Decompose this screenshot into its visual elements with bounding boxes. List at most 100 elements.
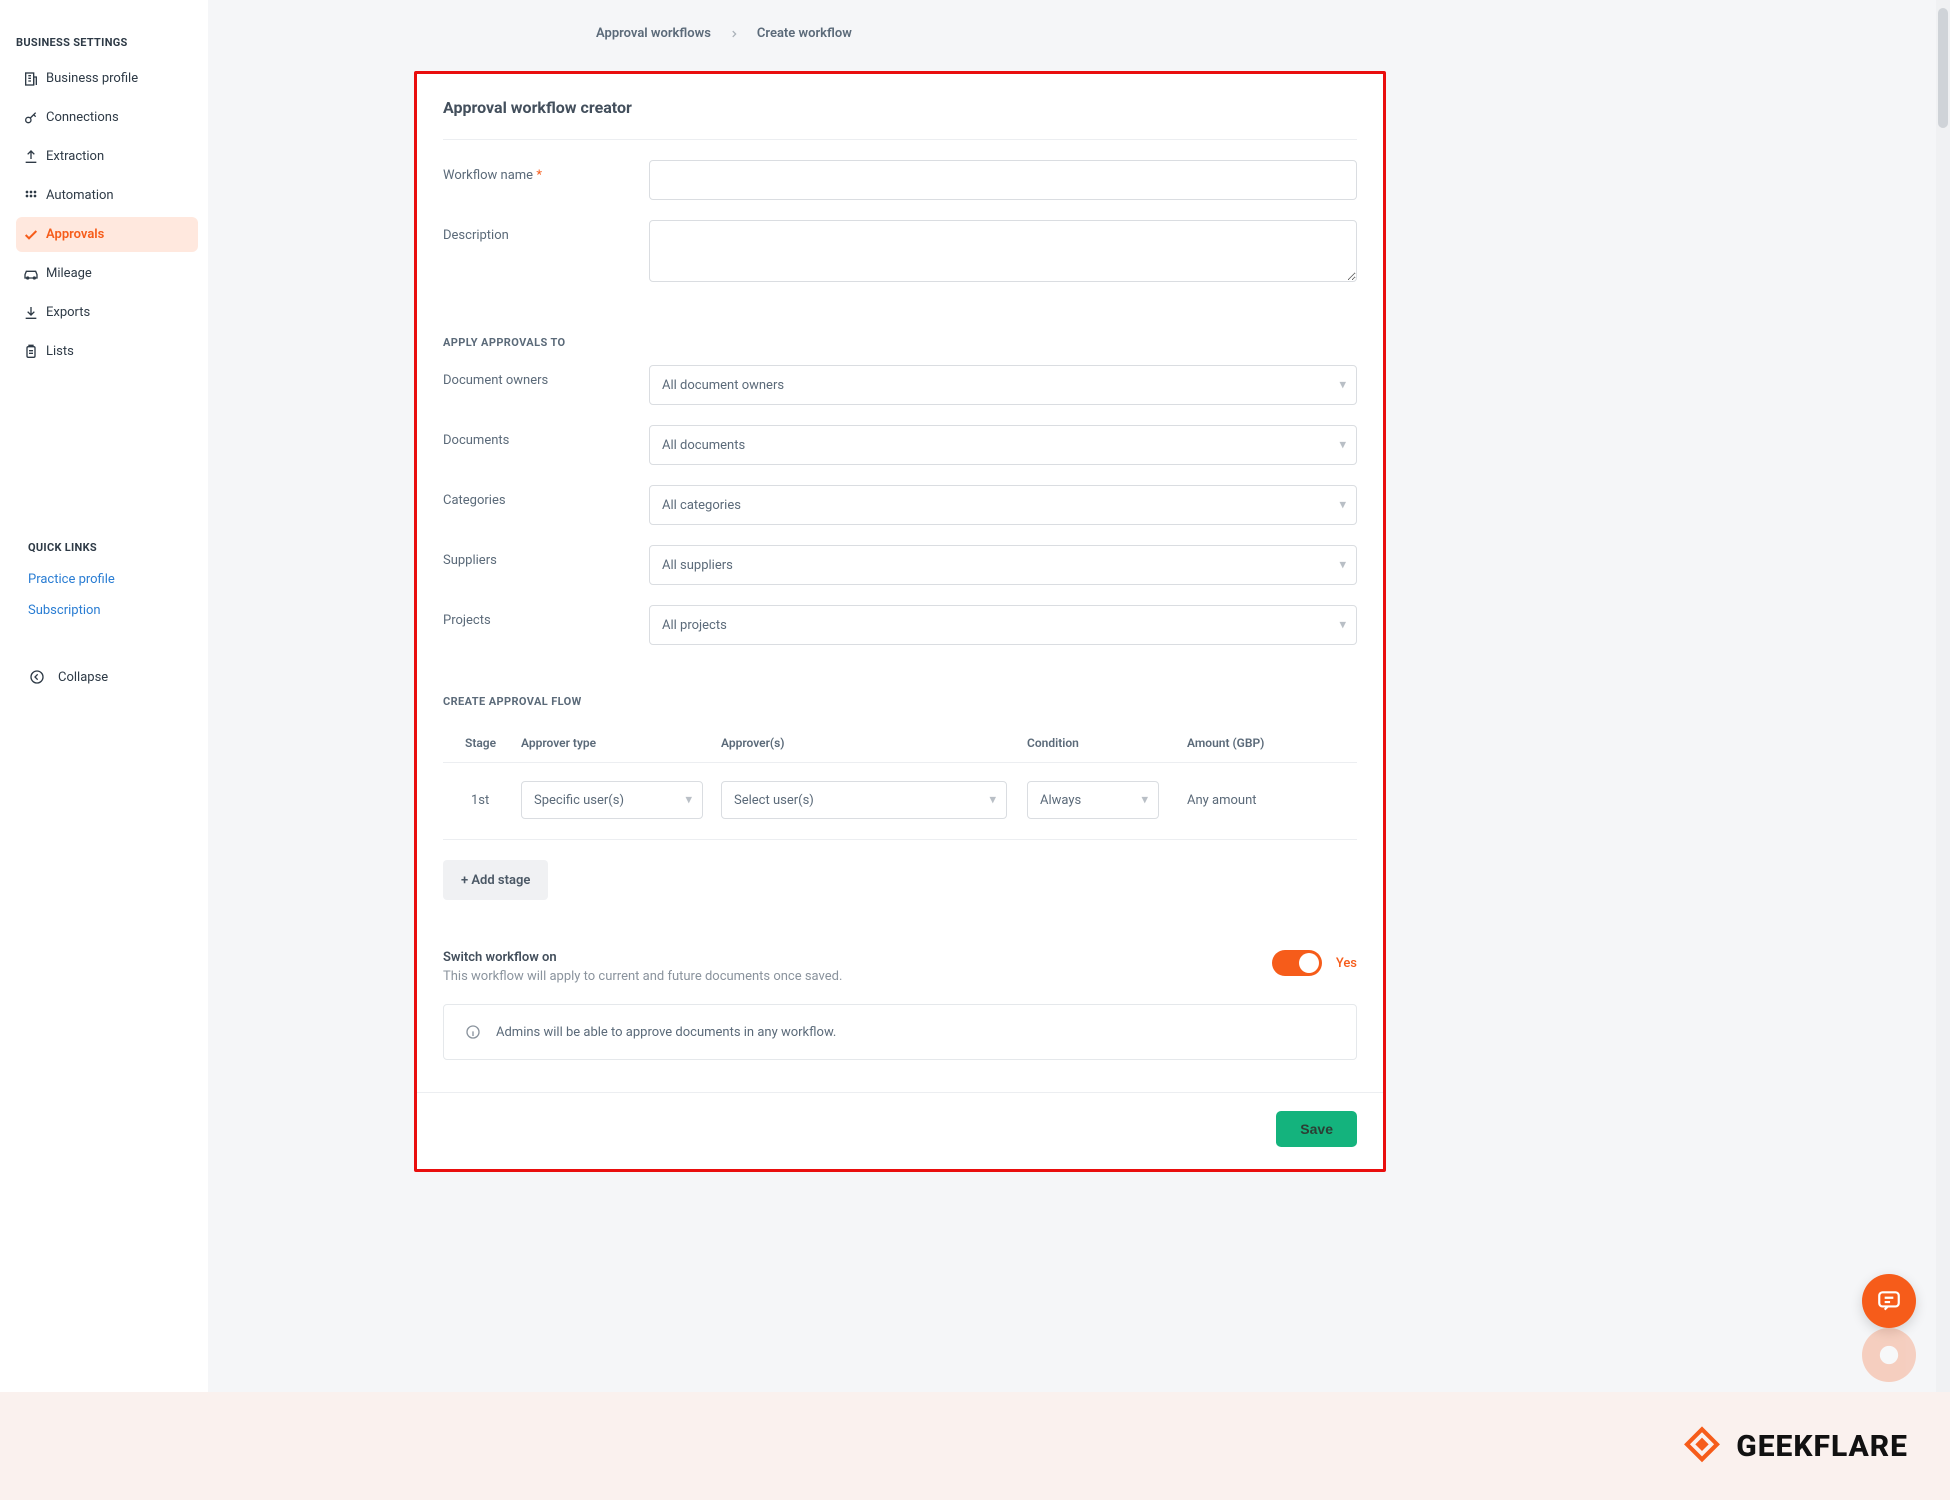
select-value: All document owners <box>662 378 784 393</box>
chevron-down-icon: ▾ <box>1339 438 1346 453</box>
chevron-down-icon: ▾ <box>1141 793 1148 808</box>
description-label: Description <box>443 220 649 243</box>
geekflare-logo-icon <box>1682 1426 1722 1466</box>
scrollbar-track[interactable] <box>1936 0 1950 1500</box>
brand: GEEKFLARE <box>1682 1426 1908 1466</box>
categories-label: Categories <box>443 485 649 508</box>
sidebar-item-label: Extraction <box>46 149 104 164</box>
secondary-fab[interactable] <box>1862 1328 1916 1382</box>
chevron-right-icon <box>729 29 739 39</box>
collapse-sidebar[interactable]: Collapse <box>0 656 208 704</box>
chevron-down-icon: ▾ <box>989 793 996 808</box>
key-icon <box>22 109 40 127</box>
apply-approvals-heading: APPLY APPROVALS TO <box>443 294 1357 353</box>
documents-label: Documents <box>443 425 649 448</box>
save-button[interactable]: Save <box>1276 1111 1357 1147</box>
chevron-down-icon: ▾ <box>685 793 692 808</box>
chevron-down-icon: ▾ <box>1339 378 1346 393</box>
sidebar-item-connections[interactable]: Connections <box>16 100 198 135</box>
chat-fab[interactable] <box>1862 1274 1916 1328</box>
sidebar-item-extraction[interactable]: Extraction <box>16 139 198 174</box>
approver-type-select[interactable]: Specific user(s) ▾ <box>521 781 703 819</box>
sidebar-item-label: Exports <box>46 305 90 320</box>
chevron-down-icon: ▾ <box>1339 558 1346 573</box>
chevron-down-icon: ▾ <box>1339 618 1346 633</box>
suppliers-select[interactable]: All suppliers ▾ <box>649 545 1357 585</box>
select-value: Always <box>1040 793 1081 808</box>
breadcrumb-approval-workflows[interactable]: Approval workflows <box>596 26 711 41</box>
info-note-text: Admins will be able to approve documents… <box>496 1025 836 1040</box>
collapse-label: Collapse <box>58 670 108 685</box>
condition-select[interactable]: Always ▾ <box>1027 781 1159 819</box>
col-approver-type: Approver type <box>521 736 721 750</box>
approvers-select[interactable]: Select user(s) ▾ <box>721 781 1007 819</box>
sidebar-item-label: Approvals <box>46 227 104 242</box>
sidebar-item-exports[interactable]: Exports <box>16 295 198 330</box>
select-value: All categories <box>662 498 741 513</box>
sidebar-heading: BUSINESS SETTINGS <box>0 18 208 59</box>
switch-title: Switch workflow on <box>443 950 842 965</box>
workflow-name-label: Workflow name * <box>443 160 649 183</box>
workflow-name-input[interactable] <box>649 160 1357 200</box>
workflow-toggle[interactable] <box>1272 950 1322 976</box>
stage-value: 1st <box>443 793 521 808</box>
description-input[interactable] <box>649 220 1357 282</box>
documents-select[interactable]: All documents ▾ <box>649 425 1357 465</box>
sidebar-item-label: Automation <box>46 188 114 203</box>
brand-name: GEEKFLARE <box>1736 1429 1908 1464</box>
select-value: Select user(s) <box>734 793 814 808</box>
main-content: Approval workflows Create workflow Appro… <box>208 0 1950 1500</box>
select-value: Specific user(s) <box>534 793 624 808</box>
flow-table-header: Stage Approver type Approver(s) Conditio… <box>443 722 1357 763</box>
sidebar-item-lists[interactable]: Lists <box>16 334 198 369</box>
quick-links-heading: QUICK LINKS <box>0 531 208 564</box>
sidebar: BUSINESS SETTINGS Business profile Conne… <box>0 0 208 1500</box>
download-icon <box>22 304 40 322</box>
clipboard-icon <box>22 343 40 361</box>
select-value: All documents <box>662 438 745 453</box>
info-icon <box>464 1023 482 1041</box>
sidebar-item-mileage[interactable]: Mileage <box>16 256 198 291</box>
projects-label: Projects <box>443 605 649 628</box>
grid-dots-icon <box>22 187 40 205</box>
brand-strip: GEEKFLARE <box>0 1392 1950 1500</box>
chevron-down-icon: ▾ <box>1339 498 1346 513</box>
suppliers-label: Suppliers <box>443 545 649 568</box>
amount-value: Any amount <box>1187 793 1357 808</box>
col-stage: Stage <box>443 736 521 750</box>
document-owners-label: Document owners <box>443 365 649 388</box>
sidebar-item-label: Lists <box>46 344 74 359</box>
select-value: All suppliers <box>662 558 733 573</box>
quick-link-subscription[interactable]: Subscription <box>0 595 208 626</box>
switch-description: This workflow will apply to current and … <box>443 969 842 984</box>
quick-link-practice-profile[interactable]: Practice profile <box>0 564 208 595</box>
panel-title: Approval workflow creator <box>443 98 1357 140</box>
flow-row: 1st Specific user(s) ▾ Select user(s) <box>443 763 1357 840</box>
upload-icon <box>22 148 40 166</box>
projects-select[interactable]: All projects ▾ <box>649 605 1357 645</box>
toggle-state-label: Yes <box>1336 956 1357 971</box>
sidebar-item-automation[interactable]: Automation <box>16 178 198 213</box>
sidebar-item-business-profile[interactable]: Business profile <box>16 61 198 96</box>
sidebar-item-label: Business profile <box>46 71 138 86</box>
select-value: All projects <box>662 618 727 633</box>
chevron-left-circle-icon <box>28 668 46 686</box>
breadcrumb-create-workflow[interactable]: Create workflow <box>757 26 852 41</box>
breadcrumb: Approval workflows Create workflow <box>208 0 1950 71</box>
create-flow-heading: CREATE APPROVAL FLOW <box>443 653 1357 712</box>
car-icon <box>22 265 40 283</box>
sidebar-item-label: Mileage <box>46 266 92 281</box>
categories-select[interactable]: All categories ▾ <box>649 485 1357 525</box>
sidebar-item-label: Connections <box>46 110 119 125</box>
check-icon <box>22 226 40 244</box>
add-stage-button[interactable]: + Add stage <box>443 860 548 900</box>
col-approvers: Approver(s) <box>721 736 1027 750</box>
col-amount: Amount (GBP) <box>1187 736 1357 750</box>
document-owners-select[interactable]: All document owners ▾ <box>649 365 1357 405</box>
col-condition: Condition <box>1027 736 1187 750</box>
info-note: Admins will be able to approve documents… <box>443 1004 1357 1060</box>
scrollbar-thumb[interactable] <box>1938 8 1948 128</box>
building-icon <box>22 70 40 88</box>
workflow-creator-panel: Approval workflow creator Workflow name … <box>414 71 1386 1172</box>
sidebar-item-approvals[interactable]: Approvals <box>16 217 198 252</box>
